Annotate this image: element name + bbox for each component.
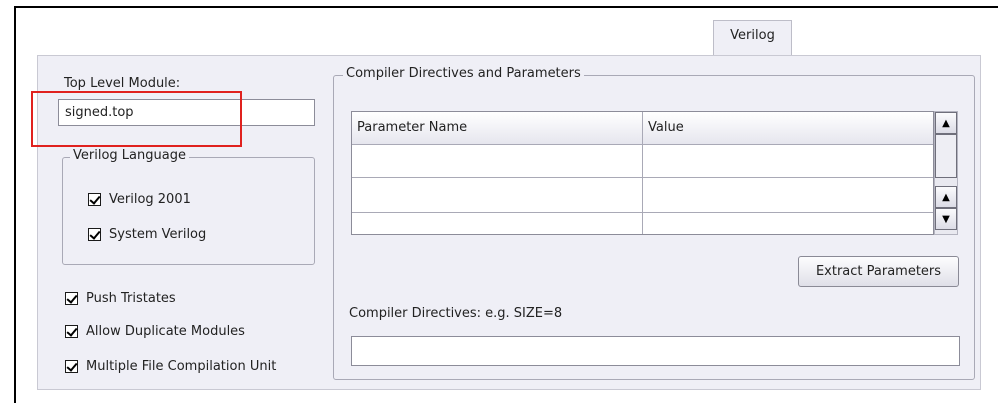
compiler-directives-label: Compiler Directives: e.g. SIZE=8 — [349, 306, 563, 321]
frame-left-border — [14, 6, 16, 403]
push-tristates-checkbox[interactable]: Push Tristates — [65, 291, 176, 306]
table-cell-parameter-name[interactable] — [352, 145, 642, 177]
scrollbar-thumb[interactable] — [935, 134, 957, 178]
top-level-module-label: Top Level Module: — [64, 76, 181, 91]
verilog-language-legend: Verilog Language — [70, 148, 189, 163]
table-cell-value[interactable] — [643, 213, 933, 234]
tab-verilog[interactable]: Verilog — [713, 20, 792, 56]
scroll-down-icon[interactable]: ▼ — [935, 208, 957, 230]
compiler-directives-legend: Compiler Directives and Parameters — [343, 66, 584, 81]
checkmark-icon[interactable] — [65, 292, 78, 305]
compiler-directives-input[interactable] — [351, 336, 960, 366]
scroll-up-icon[interactable]: ▲ — [935, 112, 957, 134]
scroll-up-icon[interactable]: ▲ — [935, 186, 957, 208]
extract-parameters-button[interactable]: Extract Parameters — [798, 256, 959, 287]
column-header-parameter-name[interactable]: Parameter Name — [352, 112, 643, 144]
system-verilog-label: System Verilog — [109, 227, 207, 242]
allow-duplicate-modules-checkbox[interactable]: Allow Duplicate Modules — [65, 324, 245, 339]
parameters-table: Parameter Name Value — [351, 111, 934, 235]
top-level-module-input[interactable] — [58, 99, 315, 126]
column-header-value[interactable]: Value — [643, 112, 933, 144]
table-cell-parameter-name[interactable] — [352, 213, 642, 234]
verilog-language-group — [62, 157, 315, 265]
multiple-file-compilation-unit-label: Multiple File Compilation Unit — [86, 359, 277, 374]
checkmark-icon[interactable] — [88, 193, 101, 206]
table-cell-value[interactable] — [643, 145, 933, 177]
verilog-2001-checkbox[interactable]: Verilog 2001 — [88, 192, 191, 207]
table-cell-parameter-name[interactable] — [352, 178, 642, 212]
system-verilog-checkbox[interactable]: System Verilog — [88, 227, 206, 242]
push-tristates-label: Push Tristates — [86, 291, 176, 306]
frame-top-border — [14, 6, 998, 8]
multiple-file-compilation-unit-checkbox[interactable]: Multiple File Compilation Unit — [65, 359, 276, 374]
allow-duplicate-modules-label: Allow Duplicate Modules — [86, 324, 245, 339]
checkmark-icon[interactable] — [88, 228, 101, 241]
checkmark-icon[interactable] — [65, 325, 78, 338]
checkmark-icon[interactable] — [65, 360, 78, 373]
verilog-2001-label: Verilog 2001 — [109, 192, 191, 207]
table-cell-value[interactable] — [643, 178, 933, 212]
